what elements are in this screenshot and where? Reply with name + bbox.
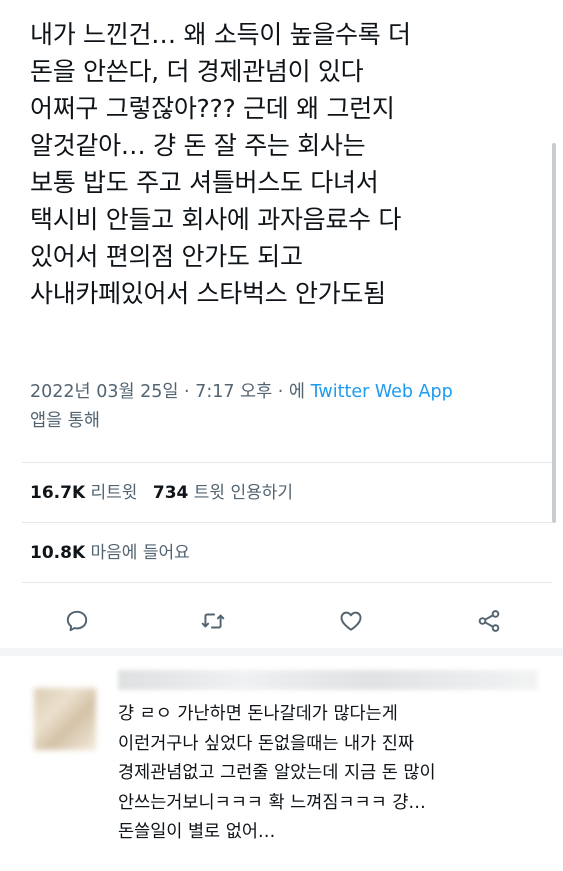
tweet-text: 내가 느낀건… 왜 소득이 높을수록 더 돈을 안쓴다, 더 경제관념이 있다 … <box>30 16 550 312</box>
reply-line: 돈쓸일이 별로 없어… <box>118 822 276 842</box>
like-button[interactable] <box>336 606 366 636</box>
divider <box>22 462 552 463</box>
reply-button[interactable] <box>62 606 92 636</box>
reply-line: 경제관념없고 그런줄 알았는데 지금 돈 많이 <box>118 763 436 783</box>
like-count[interactable]: 10.8K <box>30 543 85 563</box>
scrollbar[interactable] <box>552 143 556 523</box>
tweet-line: 사내카페있어서 스타벅스 안가도됨 <box>30 279 386 308</box>
tweet-client-link[interactable]: Twitter Web App <box>311 382 453 402</box>
tweet-line: 알것같아… 걍 돈 잘 주는 회사는 <box>30 131 366 160</box>
tweet-line: 돈을 안쓴다, 더 경제관념이 있다 <box>30 57 364 86</box>
retweet-count[interactable]: 16.7K <box>30 483 85 503</box>
reply-icon <box>66 610 88 632</box>
tweet-line: 어쩌구 그렇잖아??? 근데 왜 그런지 <box>30 94 395 123</box>
divider <box>22 582 552 583</box>
share-button[interactable] <box>474 606 504 636</box>
avatar[interactable] <box>34 688 96 750</box>
retweet-button[interactable] <box>198 606 228 636</box>
tweet-line: 택시비 안들고 회사에 과자음료수 다 <box>30 205 402 234</box>
stats-retweets-row: 16.7K 리트윗 734 트윗 인용하기 <box>30 478 303 503</box>
section-separator <box>0 648 563 656</box>
heart-icon <box>340 611 362 631</box>
tweet-via: 앱을 통해 <box>30 411 100 431</box>
like-label[interactable]: 마음에 들어요 <box>91 543 190 563</box>
tweet-line: 내가 느낀건… 왜 소득이 높을수록 더 <box>30 20 411 49</box>
tweet-timestamp[interactable]: 2022년 03월 25일 · 7:17 오후 · 에 <box>30 382 305 402</box>
retweet-icon <box>201 613 225 629</box>
tweet-line: 보통 밥도 주고 셔틀버스도 다녀서 <box>30 168 379 197</box>
reply-text: 걍 ㄹㅇ 가난하면 돈나갈데가 많다는게 이런거구나 싶었다 돈없을때는 내가 … <box>118 700 548 848</box>
reply-line: 이런거구나 싶었다 돈없을때는 내가 진짜 <box>118 733 414 754</box>
quote-label[interactable]: 트윗 인용하기 <box>194 483 293 503</box>
quote-count[interactable]: 734 <box>153 483 189 503</box>
share-icon <box>478 610 500 632</box>
stats-likes-row: 10.8K 마음에 들어요 <box>30 538 200 563</box>
reply-line: 걍 ㄹㅇ 가난하면 돈나갈데가 많다는게 <box>118 704 398 724</box>
tweet-actions <box>0 598 563 644</box>
retweet-label[interactable]: 리트윗 <box>91 483 138 503</box>
divider <box>22 522 552 523</box>
reply-username-blurred <box>118 670 538 690</box>
tweet-line: 있어서 편의점 안가도 되고 <box>30 242 303 271</box>
tweet-meta: 2022년 03월 25일 · 7:17 오후 · 에 Twitter Web … <box>30 378 550 436</box>
reply-line: 안쓰는거보니ㅋㅋㅋ 확 느껴짐ㅋㅋㅋ 걍… <box>118 792 426 813</box>
